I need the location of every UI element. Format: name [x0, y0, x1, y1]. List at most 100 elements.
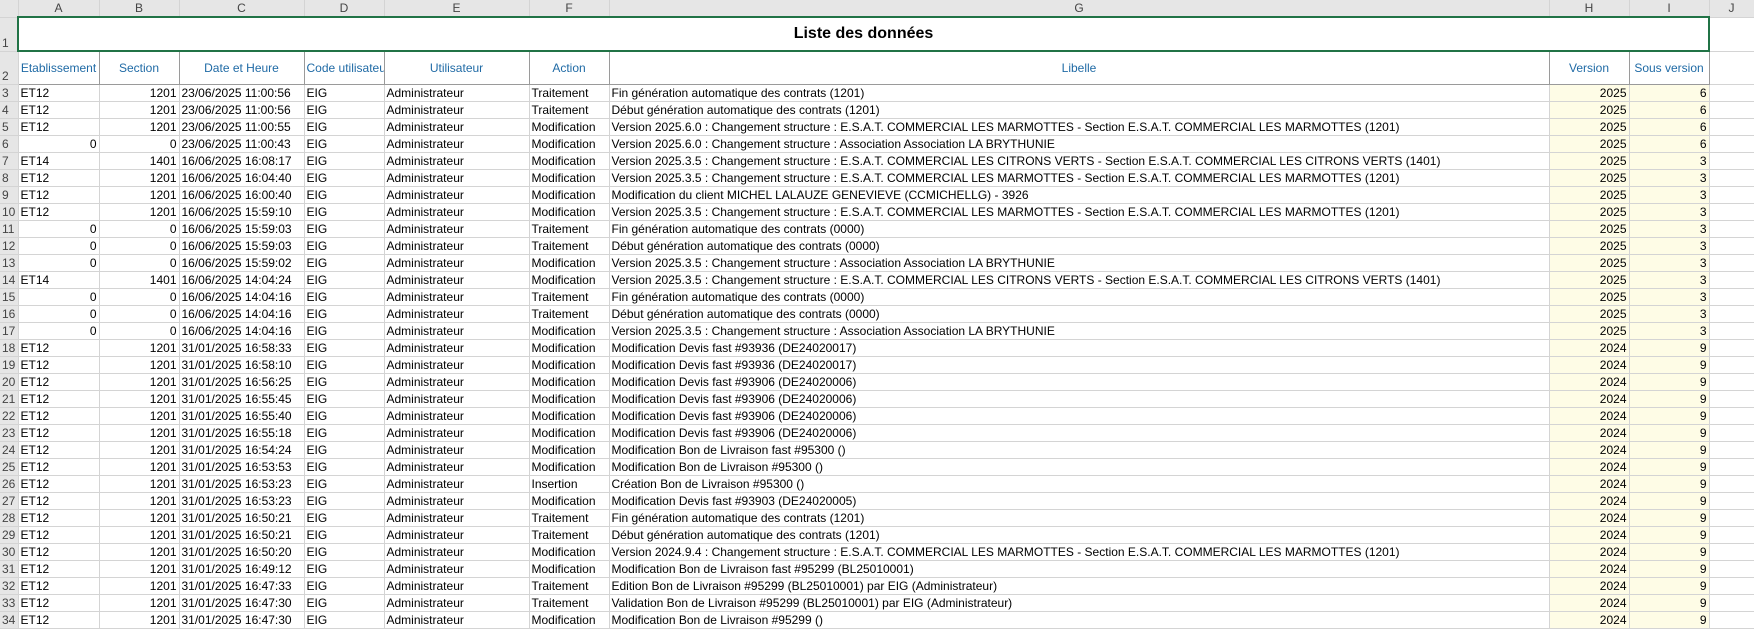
select-all-corner[interactable] [0, 0, 19, 18]
cell-etablissement[interactable]: ET12 [18, 509, 100, 527]
cell-action[interactable]: Modification [529, 271, 610, 289]
cell-version[interactable]: 2024 [1549, 475, 1630, 493]
cell[interactable] [1709, 51, 1754, 85]
cell-section[interactable]: 1201 [99, 577, 180, 595]
cell-action[interactable]: Modification [529, 322, 610, 340]
cell-sous-version[interactable]: 6 [1629, 101, 1710, 119]
cell-utilisateur[interactable]: Administrateur [384, 220, 530, 238]
column-header-g[interactable]: G [609, 0, 1550, 18]
cell-etablissement[interactable]: ET12 [18, 339, 100, 357]
cell-utilisateur[interactable]: Administrateur [384, 373, 530, 391]
cell-libelle[interactable]: Edition Bon de Livraison #95299 (BL25010… [609, 577, 1550, 595]
cell[interactable] [1709, 577, 1754, 595]
row-number[interactable]: 16 [0, 305, 19, 323]
cell-action[interactable]: Modification [529, 118, 610, 136]
row-number[interactable]: 28 [0, 509, 19, 527]
cell-utilisateur[interactable]: Administrateur [384, 611, 530, 629]
cell-utilisateur[interactable]: Administrateur [384, 424, 530, 442]
cell-sous-version[interactable]: 9 [1629, 509, 1710, 527]
row-number[interactable]: 17 [0, 322, 19, 340]
cell-version[interactable]: 2024 [1549, 509, 1630, 527]
cell[interactable] [1709, 458, 1754, 476]
cell-action[interactable]: Modification [529, 424, 610, 442]
cell-action[interactable]: Insertion [529, 475, 610, 493]
cell-code-utilisateur[interactable]: EIG [304, 271, 385, 289]
cell-code-utilisateur[interactable]: EIG [304, 458, 385, 476]
cell[interactable] [1709, 17, 1754, 52]
cell-utilisateur[interactable]: Administrateur [384, 509, 530, 527]
cell-code-utilisateur[interactable]: EIG [304, 118, 385, 136]
cell-version[interactable]: 2024 [1549, 492, 1630, 510]
cell-code-utilisateur[interactable]: EIG [304, 356, 385, 374]
cell[interactable] [1709, 373, 1754, 391]
cell-date[interactable]: 23/06/2025 11:00:55 [179, 118, 305, 136]
cell-utilisateur[interactable]: Administrateur [384, 407, 530, 425]
cell-etablissement[interactable]: ET12 [18, 373, 100, 391]
cell-section[interactable]: 1201 [99, 390, 180, 408]
cell[interactable] [1709, 84, 1754, 102]
cell-action[interactable]: Traitement [529, 220, 610, 238]
row-number[interactable]: 32 [0, 577, 19, 595]
cell-utilisateur[interactable]: Administrateur [384, 526, 530, 544]
cell-version[interactable]: 2025 [1549, 101, 1630, 119]
cell-date[interactable]: 31/01/2025 16:58:33 [179, 339, 305, 357]
cell-date[interactable]: 16/06/2025 14:04:16 [179, 322, 305, 340]
cell-action[interactable]: Modification [529, 169, 610, 187]
cell[interactable] [1709, 152, 1754, 170]
cell-utilisateur[interactable]: Administrateur [384, 339, 530, 357]
cell[interactable] [1709, 560, 1754, 578]
cell-date[interactable]: 31/01/2025 16:55:40 [179, 407, 305, 425]
cell-utilisateur[interactable]: Administrateur [384, 577, 530, 595]
cell-date[interactable]: 16/06/2025 16:04:40 [179, 169, 305, 187]
cell-utilisateur[interactable]: Administrateur [384, 101, 530, 119]
cell-etablissement[interactable]: ET12 [18, 492, 100, 510]
cell-version[interactable]: 2024 [1549, 458, 1630, 476]
cell-etablissement[interactable]: ET12 [18, 526, 100, 544]
cell-libelle[interactable]: Modification Devis fast #93906 (DE240200… [609, 407, 1550, 425]
cell-libelle[interactable]: Version 2025.6.0 : Changement structure … [609, 135, 1550, 153]
cell-date[interactable]: 16/06/2025 15:59:10 [179, 203, 305, 221]
cell-action[interactable]: Modification [529, 407, 610, 425]
cell-utilisateur[interactable]: Administrateur [384, 475, 530, 493]
cell-etablissement[interactable]: ET12 [18, 475, 100, 493]
row-number[interactable]: 12 [0, 237, 19, 255]
cell-section[interactable]: 1201 [99, 339, 180, 357]
row-number[interactable]: 9 [0, 186, 19, 204]
cell-etablissement[interactable]: ET12 [18, 101, 100, 119]
cell-version[interactable]: 2025 [1549, 288, 1630, 306]
cell-libelle[interactable]: Fin génération automatique des contrats … [609, 509, 1550, 527]
cell[interactable] [1709, 492, 1754, 510]
cell-version[interactable]: 2024 [1549, 356, 1630, 374]
cell-date[interactable]: 16/06/2025 15:59:03 [179, 237, 305, 255]
cell[interactable] [1709, 611, 1754, 629]
cell-section[interactable]: 1201 [99, 101, 180, 119]
cell-etablissement[interactable]: ET12 [18, 407, 100, 425]
cell-etablissement[interactable]: 0 [18, 322, 100, 340]
cell-libelle[interactable]: Modification Devis fast #93936 (DE240200… [609, 339, 1550, 357]
cell-code-utilisateur[interactable]: EIG [304, 322, 385, 340]
cell-section[interactable]: 0 [99, 322, 180, 340]
cell-date[interactable]: 23/06/2025 11:00:56 [179, 101, 305, 119]
cell-section[interactable]: 1201 [99, 526, 180, 544]
cell-version[interactable]: 2024 [1549, 407, 1630, 425]
cell-date[interactable]: 31/01/2025 16:53:23 [179, 475, 305, 493]
cell-libelle[interactable]: Création Bon de Livraison #95300 () [609, 475, 1550, 493]
cell[interactable] [1709, 169, 1754, 187]
cell-section[interactable]: 1201 [99, 169, 180, 187]
cell-version[interactable]: 2025 [1549, 203, 1630, 221]
row-number[interactable]: 30 [0, 543, 19, 561]
cell-action[interactable]: Modification [529, 152, 610, 170]
cell-section[interactable]: 1401 [99, 271, 180, 289]
cell-etablissement[interactable]: ET12 [18, 577, 100, 595]
cell-etablissement[interactable]: ET12 [18, 84, 100, 102]
cell-action[interactable]: Modification [529, 254, 610, 272]
cell-sous-version[interactable]: 3 [1629, 237, 1710, 255]
cell-section[interactable]: 1201 [99, 84, 180, 102]
cell-sous-version[interactable]: 9 [1629, 577, 1710, 595]
cell-libelle[interactable]: Début génération automatique des contrat… [609, 305, 1550, 323]
cell-code-utilisateur[interactable]: EIG [304, 492, 385, 510]
cell-libelle[interactable]: Modification Bon de Livraison fast #9529… [609, 560, 1550, 578]
row-number[interactable]: 18 [0, 339, 19, 357]
cell[interactable] [1709, 509, 1754, 527]
row-number[interactable]: 34 [0, 611, 19, 629]
